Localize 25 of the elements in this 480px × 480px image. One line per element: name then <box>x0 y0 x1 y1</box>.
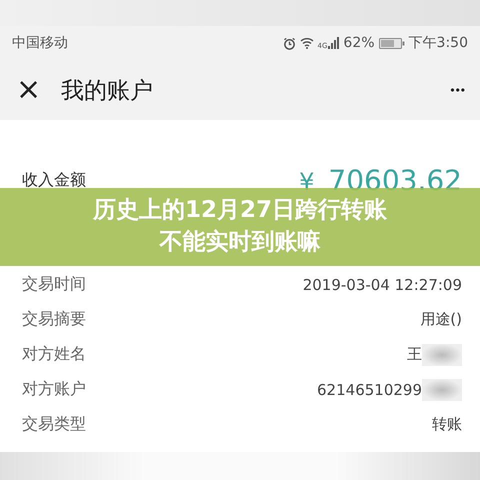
detail-label: 对方姓名 <box>22 344 86 365</box>
page-title: 我的账户 <box>61 76 154 106</box>
detail-label: 交易类型 <box>22 414 86 435</box>
detail-value: 王 <box>407 345 422 364</box>
banner-text: 历史上的12月27日跨行转账 <box>92 197 387 225</box>
wifi-icon <box>300 37 314 49</box>
carrier-name: 中国移动 <box>12 34 68 52</box>
signal-icon <box>328 37 340 49</box>
detail-value: 2019-03-04 12:27:09 <box>302 276 462 294</box>
close-button[interactable]: × <box>16 75 42 105</box>
detail-label: 对方账户 <box>22 379 86 400</box>
amount-value: 70603.62 <box>328 164 462 196</box>
detail-label: 交易时间 <box>22 274 86 295</box>
clock-time: 下午3:50 <box>408 34 468 52</box>
detail-label: 交易摘要 <box>22 309 86 330</box>
detail-value: 用途() <box>420 310 462 329</box>
detail-value: 62146510299 <box>317 380 422 398</box>
alarm-icon <box>282 36 296 50</box>
battery-percent: 62% <box>343 35 375 51</box>
more-button[interactable]: ••• <box>450 83 466 97</box>
detail-value: 转账 <box>432 415 462 434</box>
currency-symbol: ¥ <box>299 168 314 196</box>
amount-label: 收入金额 <box>22 170 86 190</box>
banner-text: 不能实时到账嘛 <box>160 229 320 257</box>
battery-icon <box>378 38 405 48</box>
